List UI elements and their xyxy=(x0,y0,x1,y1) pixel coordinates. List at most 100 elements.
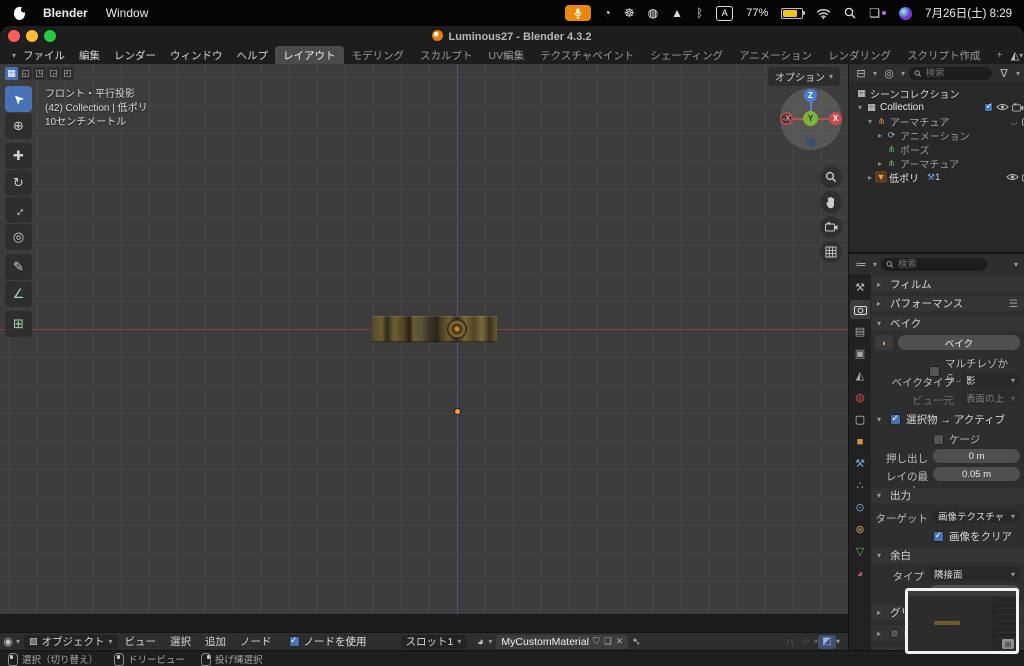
tab-texture-paint[interactable]: テクスチャペイント xyxy=(532,46,642,65)
tab-modeling[interactable]: モデリング xyxy=(344,46,413,65)
tool-annotate[interactable]: ✎ xyxy=(5,254,32,280)
eye-icon[interactable] xyxy=(996,103,1009,111)
tab-world[interactable]: ◍ xyxy=(850,388,870,407)
gizmo-axis-neg-z[interactable] xyxy=(806,137,816,147)
navigation-gizmo[interactable]: Z -X X Y xyxy=(780,88,842,150)
menu-render[interactable]: レンダー xyxy=(107,46,163,65)
tab-material[interactable]: ◕ xyxy=(850,564,870,583)
render-camera-icon[interactable] xyxy=(1012,103,1024,112)
properties-search[interactable] xyxy=(881,258,987,271)
cage-checkbox[interactable] xyxy=(933,434,944,445)
tab-layout[interactable]: レイアウト xyxy=(275,46,344,65)
panel-bake[interactable]: ▾ベイク xyxy=(871,316,1024,331)
menu-window[interactable]: ウィンドウ xyxy=(163,46,230,65)
tab-render[interactable] xyxy=(850,300,870,319)
obs-menu-icon[interactable]: ◔ xyxy=(604,7,611,19)
gizmo-axis-z[interactable]: Z xyxy=(804,89,817,102)
margin-type-dropdown[interactable]: 隣接面▾ xyxy=(929,567,1020,581)
shader-type-selector[interactable]: ▨ オブジェクト▾ xyxy=(24,635,118,649)
filter-funnel-icon[interactable]: ∇ xyxy=(996,67,1012,80)
panel-output[interactable]: ▾出力 xyxy=(871,488,1024,503)
gizmo-axis-neg-x[interactable]: -X xyxy=(780,112,793,125)
collection-checkbox[interactable] xyxy=(984,103,993,112)
tab-scene[interactable]: ◭ xyxy=(850,366,870,385)
wifi-icon[interactable] xyxy=(816,8,831,19)
tool-transform[interactable]: ◎ xyxy=(5,224,32,250)
tab-output[interactable]: ▤ xyxy=(850,322,870,341)
select-mode-invert[interactable]: ◲ xyxy=(47,67,60,80)
menu-help[interactable]: ヘルプ xyxy=(230,46,276,65)
gizmo-axis-y[interactable]: Y xyxy=(803,111,818,126)
pin-icon[interactable]: ➴ xyxy=(628,635,644,648)
select-mode-intersect[interactable]: ◰ xyxy=(61,67,74,80)
shader-menu-view[interactable]: ビュー xyxy=(118,632,164,651)
wheel-menu-icon[interactable]: ☸ xyxy=(624,7,635,19)
pan-button[interactable] xyxy=(820,191,842,213)
panel-margin[interactable]: ▾余白 xyxy=(871,548,1024,563)
app-menu[interactable]: Blender xyxy=(43,6,88,20)
tab-object[interactable]: ■ xyxy=(850,432,870,451)
outliner-row-collection[interactable]: ▾ ▦ Collection xyxy=(849,100,1024,114)
tool-add-cube[interactable]: ⊞ xyxy=(5,311,32,337)
spotlight-icon[interactable] xyxy=(844,7,856,19)
camera-view-button[interactable] xyxy=(820,216,842,238)
menu-file[interactable]: ファイル xyxy=(16,46,72,65)
outliner-row-armature-object[interactable]: ▾ ⋔ アーマチュア ◡ xyxy=(849,114,1024,128)
options-button[interactable]: オプション▾ xyxy=(768,67,840,86)
menubar-clock[interactable]: 7月26日(土) 8:29 xyxy=(925,5,1012,21)
eye-icon[interactable] xyxy=(1006,173,1019,181)
perspective-toggle-button[interactable] xyxy=(820,241,842,263)
properties-editor-icon[interactable]: ≔ xyxy=(853,258,869,271)
panel-performance[interactable]: ▸パフォーマンス☰ xyxy=(871,296,1024,311)
screen-share-thumbnail[interactable]: ⊞ xyxy=(905,588,1019,654)
shader-menu-add[interactable]: 追加 xyxy=(198,632,233,651)
material-name-field[interactable]: MyCustomMaterial ⛉ ❏ ✕ xyxy=(496,635,628,649)
shader-editor-icon[interactable]: ◉ xyxy=(0,635,16,648)
bake-button[interactable]: ベイク xyxy=(898,335,1020,350)
mic-indicator[interactable] xyxy=(565,5,591,21)
peak-menu-icon[interactable]: ▲ xyxy=(671,7,683,19)
chat-menu-icon[interactable]: ◍ xyxy=(648,7,658,19)
fake-user-shield-icon[interactable]: ⛉ xyxy=(593,636,600,647)
unlink-material-icon[interactable]: ✕ xyxy=(616,636,624,647)
outliner-row-armature-data[interactable]: ▸ ⋔ アーマチュア xyxy=(849,156,1024,170)
tab-sculpt[interactable]: スカルプト xyxy=(412,46,481,65)
tab-physics[interactable]: ⊙ xyxy=(850,498,870,517)
add-workspace-button[interactable]: + xyxy=(989,47,1011,63)
scene-icon[interactable]: ◭ xyxy=(1011,49,1019,62)
use-nodes-row[interactable]: ノードを使用 xyxy=(289,634,367,649)
tool-scale[interactable]: ↔ xyxy=(5,197,32,223)
outliner-row-lowpoly[interactable]: ▸ ▼ 低ポリ ⚒ 1 xyxy=(849,170,1024,184)
tab-collection[interactable]: ▢ xyxy=(850,410,870,429)
copy-material-icon[interactable]: ❏ xyxy=(604,636,612,647)
tab-view-layer[interactable]: ▣ xyxy=(850,344,870,363)
outliner-row-pose[interactable]: ⋔ ポーズ xyxy=(849,142,1024,156)
bake-type-dropdown[interactable]: 影▾ xyxy=(961,373,1020,387)
shader-snap-icon[interactable]: ∩ xyxy=(782,636,798,648)
clear-image-checkbox[interactable] xyxy=(933,531,944,542)
zoom-button-viewport[interactable] xyxy=(820,166,842,188)
extrusion-field[interactable]: 0 m xyxy=(933,449,1020,463)
tab-uv[interactable]: UV編集 xyxy=(481,46,533,65)
view-from-dropdown[interactable]: 表面の上▾ xyxy=(961,391,1020,405)
material-sphere-icon[interactable]: ◕ xyxy=(472,636,488,648)
tab-animation[interactable]: アニメーション xyxy=(731,46,820,65)
properties-search-input[interactable] xyxy=(898,259,982,270)
tab-particles[interactable]: ∴ xyxy=(850,476,870,495)
tool-rotate[interactable]: ↻ xyxy=(5,170,32,196)
select-mode-extend[interactable]: ◱ xyxy=(19,67,32,80)
shader-overlay-icon[interactable]: ◩ xyxy=(818,635,836,649)
max-ray-field[interactable]: 0.05 m xyxy=(933,467,1020,481)
tool-measure[interactable]: ∠ xyxy=(5,281,32,307)
tab-rendering[interactable]: レンダリング xyxy=(820,46,899,65)
chevron-down-icon[interactable]: ▾ xyxy=(1014,260,1018,269)
apple-menu-icon[interactable] xyxy=(14,7,25,20)
selected-to-active-row[interactable]: ▾ 選択物 → アクティブ xyxy=(877,412,1005,427)
tab-tool[interactable]: ⚒ xyxy=(850,278,870,297)
panel-film[interactable]: ▸フィルム xyxy=(871,277,1024,292)
tool-move[interactable]: ✚ xyxy=(5,143,32,169)
tool-select-box[interactable]: ➤ xyxy=(5,86,32,112)
preset-list-icon[interactable]: ☰ xyxy=(1009,298,1018,310)
cage-row[interactable]: ケージ xyxy=(933,432,980,447)
window-menu[interactable]: Window xyxy=(106,6,149,20)
